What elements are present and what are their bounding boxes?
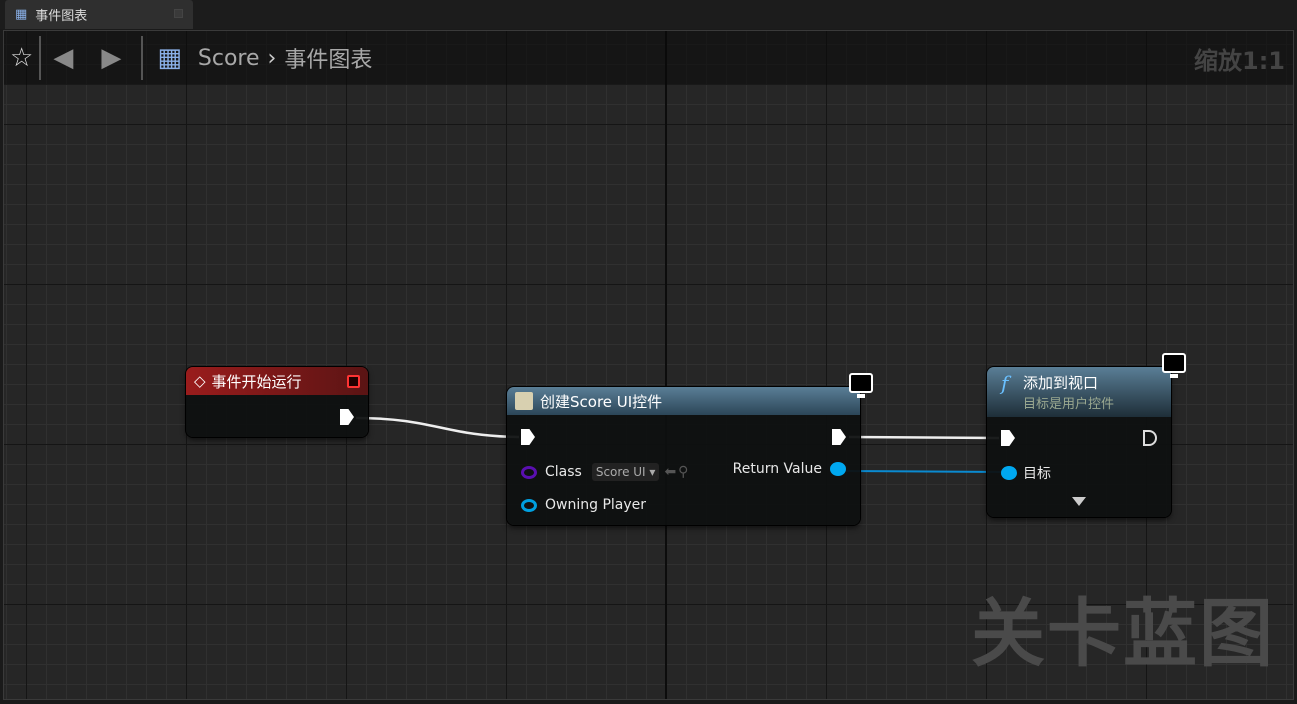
favorite-star-icon[interactable]: ☆	[10, 43, 33, 73]
zoom-level: 缩放1:1	[1194, 47, 1285, 75]
object-wire	[843, 470, 1005, 473]
graph-icon: ▦	[157, 43, 182, 73]
back-arrow-icon[interactable]: ◀	[53, 43, 73, 73]
tab-event-graph[interactable]: ▦ 事件图表	[5, 0, 193, 29]
delegate-pin-icon[interactable]	[347, 375, 360, 388]
exec-out-pin[interactable]	[1143, 430, 1157, 446]
forward-arrow-icon[interactable]: ▶	[101, 43, 121, 73]
breadcrumb-score[interactable]: Score	[198, 46, 260, 71]
breadcrumb-separator-icon: ›	[267, 45, 277, 71]
exec-wire	[848, 435, 1000, 440]
target-pin[interactable]	[1001, 466, 1017, 480]
node-event-begin-play[interactable]: ◇ 事件开始运行	[186, 367, 368, 437]
close-tab-icon[interactable]	[174, 9, 183, 18]
browse-search-icon[interactable]: ⚲	[678, 464, 688, 480]
expand-arrow-icon[interactable]	[1072, 497, 1086, 506]
return-value-pin[interactable]	[830, 462, 846, 476]
graph-canvas[interactable]: ☆ ◀ ▶ ▦ Score › 事件图表 缩放1:1 ◇ 事件开始运行 创建Sc…	[3, 30, 1294, 700]
client-monitor-icon	[849, 373, 873, 398]
owning-player-pin[interactable]	[521, 498, 537, 512]
function-icon: f	[1001, 371, 1009, 395]
exec-out-pin[interactable]	[832, 429, 846, 445]
exec-out-pin[interactable]	[340, 409, 354, 425]
graph-icon: ▦	[15, 7, 28, 22]
node-add-to-viewport[interactable]: f 添加到视口 目标是用户控件 目标	[987, 353, 1186, 517]
use-selected-arrow-icon[interactable]: ⬅	[664, 464, 676, 480]
exec-in-pin[interactable]	[521, 429, 535, 445]
watermark-level-blueprint: 关卡蓝图	[971, 591, 1275, 677]
exec-wire	[355, 416, 520, 439]
client-monitor-icon	[1162, 353, 1186, 378]
class-pin[interactable]	[521, 465, 537, 479]
divider	[141, 36, 144, 80]
event-diamond-icon: ◇	[194, 372, 206, 390]
breadcrumb-event-graph[interactable]: 事件图表	[284, 42, 372, 74]
widget-icon	[515, 392, 533, 410]
exec-in-pin[interactable]	[1001, 430, 1015, 446]
divider	[39, 36, 42, 80]
class-dropdown[interactable]: Score UI ▾	[591, 463, 660, 481]
toolbar: ☆ ◀ ▶ ▦ Score › 事件图表 缩放1:1	[4, 31, 1293, 85]
node-create-widget[interactable]: 创建Score UI控件 Class Score UI ▾ ⬅ ⚲ Return…	[507, 373, 873, 525]
tab-bar: ▦ 事件图表	[0, 0, 1297, 29]
